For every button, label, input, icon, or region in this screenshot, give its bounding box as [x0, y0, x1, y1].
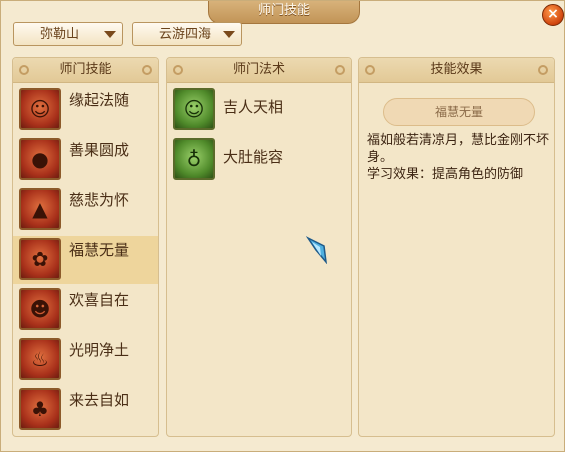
figure-icon: ☺	[19, 88, 61, 130]
spell-item-2[interactable]: ♁ 大肚能容	[167, 136, 347, 184]
spells-panel-header: 师门法术	[167, 58, 351, 83]
skill-item-1[interactable]: ☺ 缘起法随	[13, 86, 158, 134]
spell-label: 吉人天相	[223, 98, 284, 116]
close-icon: ×	[547, 6, 559, 22]
skill-label: 缘起法随	[69, 91, 130, 109]
spell-label: 大肚能容	[223, 148, 284, 166]
close-button[interactable]: ×	[542, 4, 564, 26]
skill-item-5[interactable]: ☻ 欢喜自在	[13, 286, 158, 334]
wind-figure-icon: ♣	[19, 388, 61, 430]
palms-icon: ▲	[19, 188, 61, 230]
sect-dropdown[interactable]: 弥勒山	[13, 22, 123, 46]
fruit-icon: ●	[19, 138, 61, 180]
window-title: 师门技能	[208, 1, 360, 24]
skill-label: 善果圆成	[69, 141, 130, 159]
effect-panel: 技能效果 福慧无量 福如般若清凉月，慧比金刚不坏身。 学习效果：提高角色的防御	[358, 57, 555, 437]
skill-item-4[interactable]: ✿ 福慧无量	[13, 236, 158, 284]
chevron-down-icon	[223, 31, 235, 38]
skill-window: 师门技能 × 弥勒山 云游四海 师门技能 ☺ 缘起法随 ● 善果圆成 ▲ 慈悲为…	[0, 0, 565, 452]
effect-description: 福如般若清凉月，慧比金刚不坏身。	[367, 133, 550, 165]
effect-learn-result: 学习效果：提高角色的防御	[367, 167, 524, 182]
region-dropdown-value: 云游四海	[159, 27, 212, 42]
skills-panel-header: 师门技能	[13, 58, 158, 83]
effect-description-block: 福如般若清凉月，慧比金刚不坏身。 学习效果：提高角色的防御	[367, 132, 559, 183]
skill-item-6[interactable]: ♨ 光明净土	[13, 336, 158, 384]
blessing-figure-icon: ☺	[173, 88, 215, 130]
skill-item-3[interactable]: ▲ 慈悲为怀	[13, 186, 158, 234]
effect-skill-name: 福慧无量	[383, 98, 535, 126]
skill-label: 光明净土	[69, 341, 130, 359]
flower-icon: ✿	[19, 238, 61, 280]
spell-item-1[interactable]: ☺ 吉人天相	[167, 86, 347, 134]
skill-label: 慈悲为怀	[69, 191, 130, 209]
region-dropdown[interactable]: 云游四海	[132, 22, 242, 46]
skill-item-2[interactable]: ● 善果圆成	[13, 136, 158, 184]
effect-panel-header: 技能效果	[359, 58, 554, 83]
skills-panel: 师门技能 ☺ 缘起法随 ● 善果圆成 ▲ 慈悲为怀 ✿ 福慧无量 ☻ 欢喜自在 …	[12, 57, 159, 437]
laughing-buddha-icon: ☻	[19, 288, 61, 330]
skill-label: 福慧无量	[69, 241, 130, 259]
skill-label: 来去自如	[69, 391, 130, 409]
flame-icon: ♨	[19, 338, 61, 380]
skill-item-7[interactable]: ♣ 来去自如	[13, 386, 158, 434]
sect-dropdown-value: 弥勒山	[40, 27, 80, 42]
skill-label: 欢喜自在	[69, 291, 130, 309]
cursor-icon	[306, 236, 328, 264]
chevron-down-icon	[104, 31, 116, 38]
gourd-icon: ♁	[173, 138, 215, 180]
